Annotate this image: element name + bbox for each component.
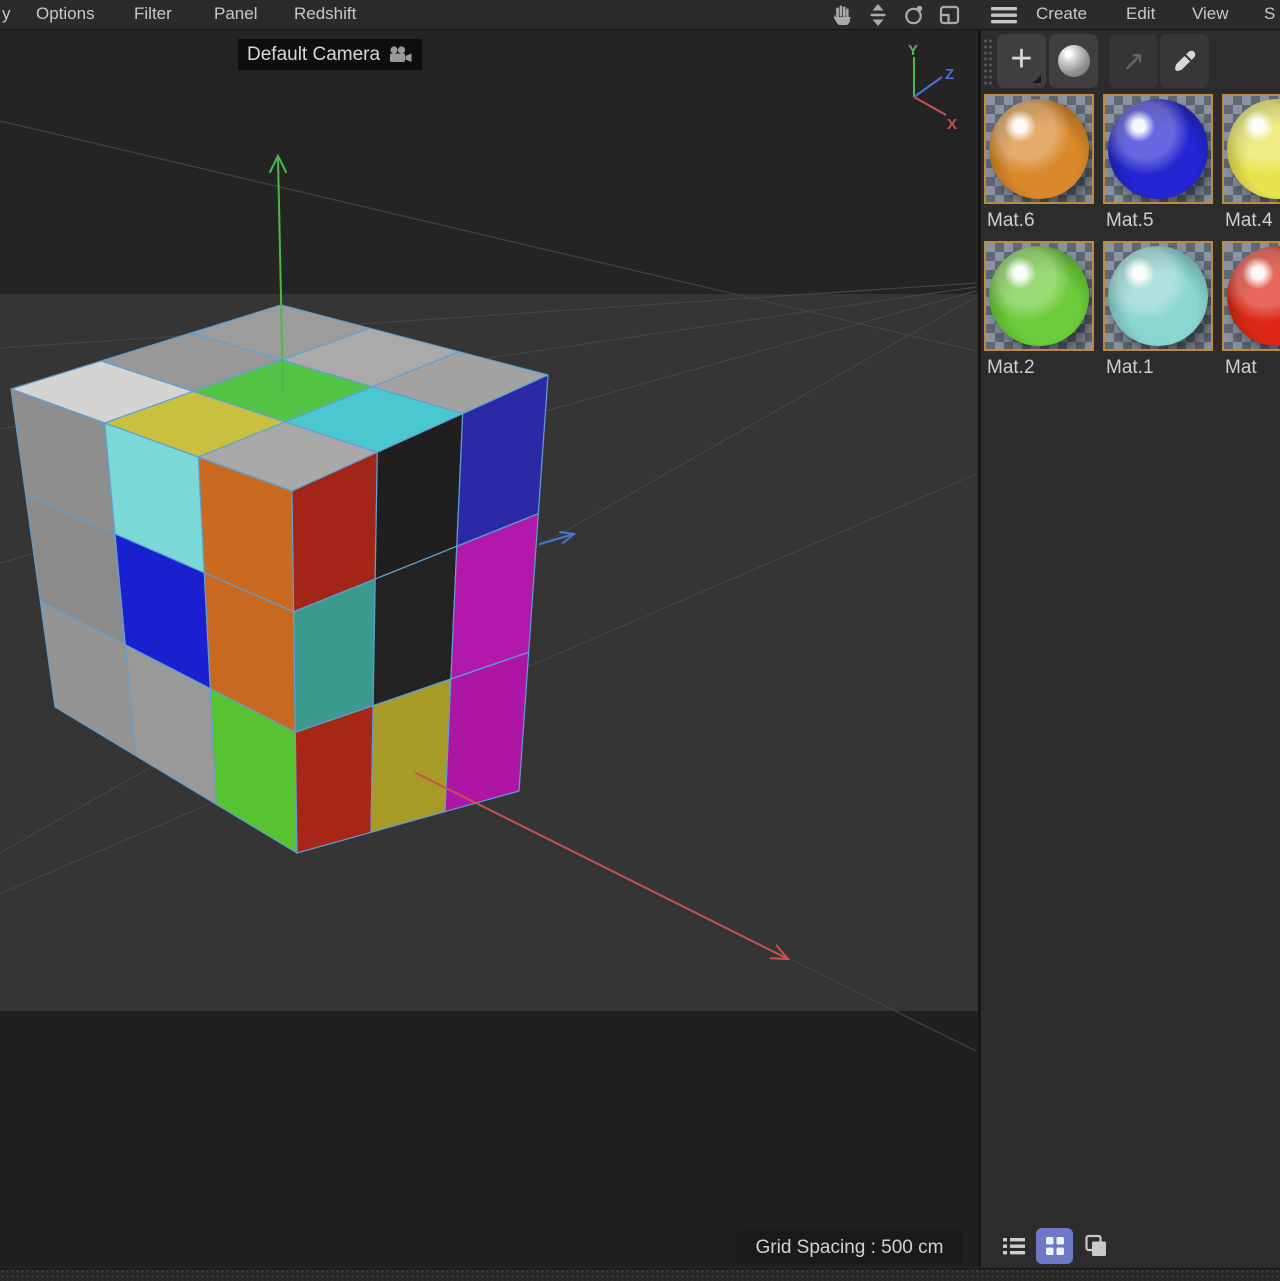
- menu-item-create[interactable]: Create: [1036, 0, 1087, 28]
- menu-item-y[interactable]: y: [2, 0, 11, 28]
- grid-spacing-label: Grid Spacing : 500 cm: [736, 1231, 963, 1264]
- gizmo-y-label: Y: [908, 45, 918, 59]
- material-item: Mat.5: [1103, 94, 1213, 241]
- view-mode-layers-button[interactable]: [1077, 1228, 1114, 1264]
- material-label: Mat.5: [1103, 204, 1213, 232]
- grid-spacing-text: Grid Spacing : 500 cm: [756, 1237, 944, 1259]
- viewport-3d[interactable]: Default Camera Y Z X Grid Spacing : 500 …: [0, 30, 980, 1267]
- material-label: Mat.4: [1222, 204, 1280, 232]
- new-material-ball-button[interactable]: [1049, 34, 1098, 88]
- scene-canvas[interactable]: [0, 30, 978, 1267]
- menu-item-redshift[interactable]: Redshift: [294, 0, 356, 28]
- panel-drag-handle[interactable]: [983, 38, 993, 86]
- material-ball-preview: [989, 99, 1089, 199]
- material-ball-preview: [1108, 246, 1208, 346]
- material-label: Mat.2: [984, 351, 1094, 379]
- menubar: y Options Filter Panel Redshift: [0, 0, 1280, 30]
- material-thumbnail-mat[interactable]: [1222, 241, 1280, 351]
- cube-tile-right-2-0[interactable]: [295, 706, 373, 853]
- view-mode-list-button[interactable]: [995, 1228, 1032, 1264]
- promote-arrow-button[interactable]: ↗: [1109, 34, 1158, 88]
- toggle-view-icon[interactable]: [936, 3, 964, 27]
- add-material-button[interactable]: +: [997, 34, 1046, 88]
- material-item: Mat.4: [1222, 94, 1280, 241]
- material-label: Mat.1: [1103, 351, 1213, 379]
- hamburger-menu-icon[interactable]: [990, 3, 1018, 27]
- material-label: Mat: [1222, 351, 1280, 379]
- lower-band: [0, 1011, 978, 1267]
- active-camera-label[interactable]: Default Camera: [238, 39, 422, 70]
- material-grid: Mat.6 Mat.5 Mat.4 Mat.2 Mat.1 Mat: [984, 94, 1280, 388]
- material-label: Mat.6: [984, 204, 1094, 232]
- menu-item-s[interactable]: S: [1264, 0, 1275, 28]
- diagonal-arrow-icon: ↗: [1122, 46, 1145, 77]
- material-item: Mat.6: [984, 94, 1094, 241]
- sky-band: [0, 30, 978, 294]
- cube-tile-right-2-2[interactable]: [445, 652, 529, 811]
- material-ball-preview: [1108, 99, 1208, 199]
- eyedropper-icon: [1171, 47, 1199, 75]
- gizmo-z-label: Z: [945, 66, 954, 83]
- pan-hand-icon[interactable]: [828, 3, 856, 27]
- menu-item-panel[interactable]: Panel: [214, 0, 257, 28]
- material-thumbnail-mat-4[interactable]: [1222, 94, 1280, 204]
- material-item: Mat.2: [984, 241, 1094, 388]
- menu-item-options[interactable]: Options: [36, 0, 95, 28]
- plus-icon: +: [1010, 40, 1032, 78]
- material-ball-icon: [1058, 45, 1090, 77]
- axis-gizmo[interactable]: Y Z X: [884, 45, 960, 137]
- menu-item-filter[interactable]: Filter: [134, 0, 172, 28]
- rotate-icon[interactable]: [900, 3, 928, 27]
- layers-view-icon: [1082, 1232, 1110, 1260]
- view-mode-grid-button[interactable]: [1036, 1228, 1073, 1264]
- material-ball-preview: [1227, 99, 1280, 199]
- material-thumbnail-mat-6[interactable]: [984, 94, 1094, 204]
- material-ball-preview: [1227, 246, 1280, 346]
- list-view-icon: [1000, 1234, 1028, 1258]
- camera-icon: [389, 46, 413, 63]
- camera-label-text: Default Camera: [247, 44, 380, 66]
- menu-item-view[interactable]: View: [1192, 0, 1229, 28]
- menu-item-edit[interactable]: Edit: [1126, 0, 1155, 28]
- window-resize-strip[interactable]: [0, 1268, 1280, 1281]
- eyedropper-button[interactable]: [1160, 34, 1209, 88]
- gizmo-x-label: X: [947, 116, 957, 133]
- material-item: Mat.1: [1103, 241, 1213, 388]
- material-ball-preview: [989, 246, 1089, 346]
- material-thumbnail-mat-2[interactable]: [984, 241, 1094, 351]
- cube-tile-right-2-1[interactable]: [371, 679, 451, 832]
- dropdown-corner-icon: [1033, 75, 1041, 83]
- material-thumbnail-mat-5[interactable]: [1103, 94, 1213, 204]
- grid-view-icon: [1041, 1232, 1069, 1260]
- material-item: Mat: [1222, 241, 1280, 388]
- materials-panel: + ↗ Mat.6 Mat.5 Mat.4 Mat.2 Mat.1 Mat: [980, 30, 1280, 1267]
- zoom-icon[interactable]: [864, 3, 892, 27]
- material-thumbnail-mat-1[interactable]: [1103, 241, 1213, 351]
